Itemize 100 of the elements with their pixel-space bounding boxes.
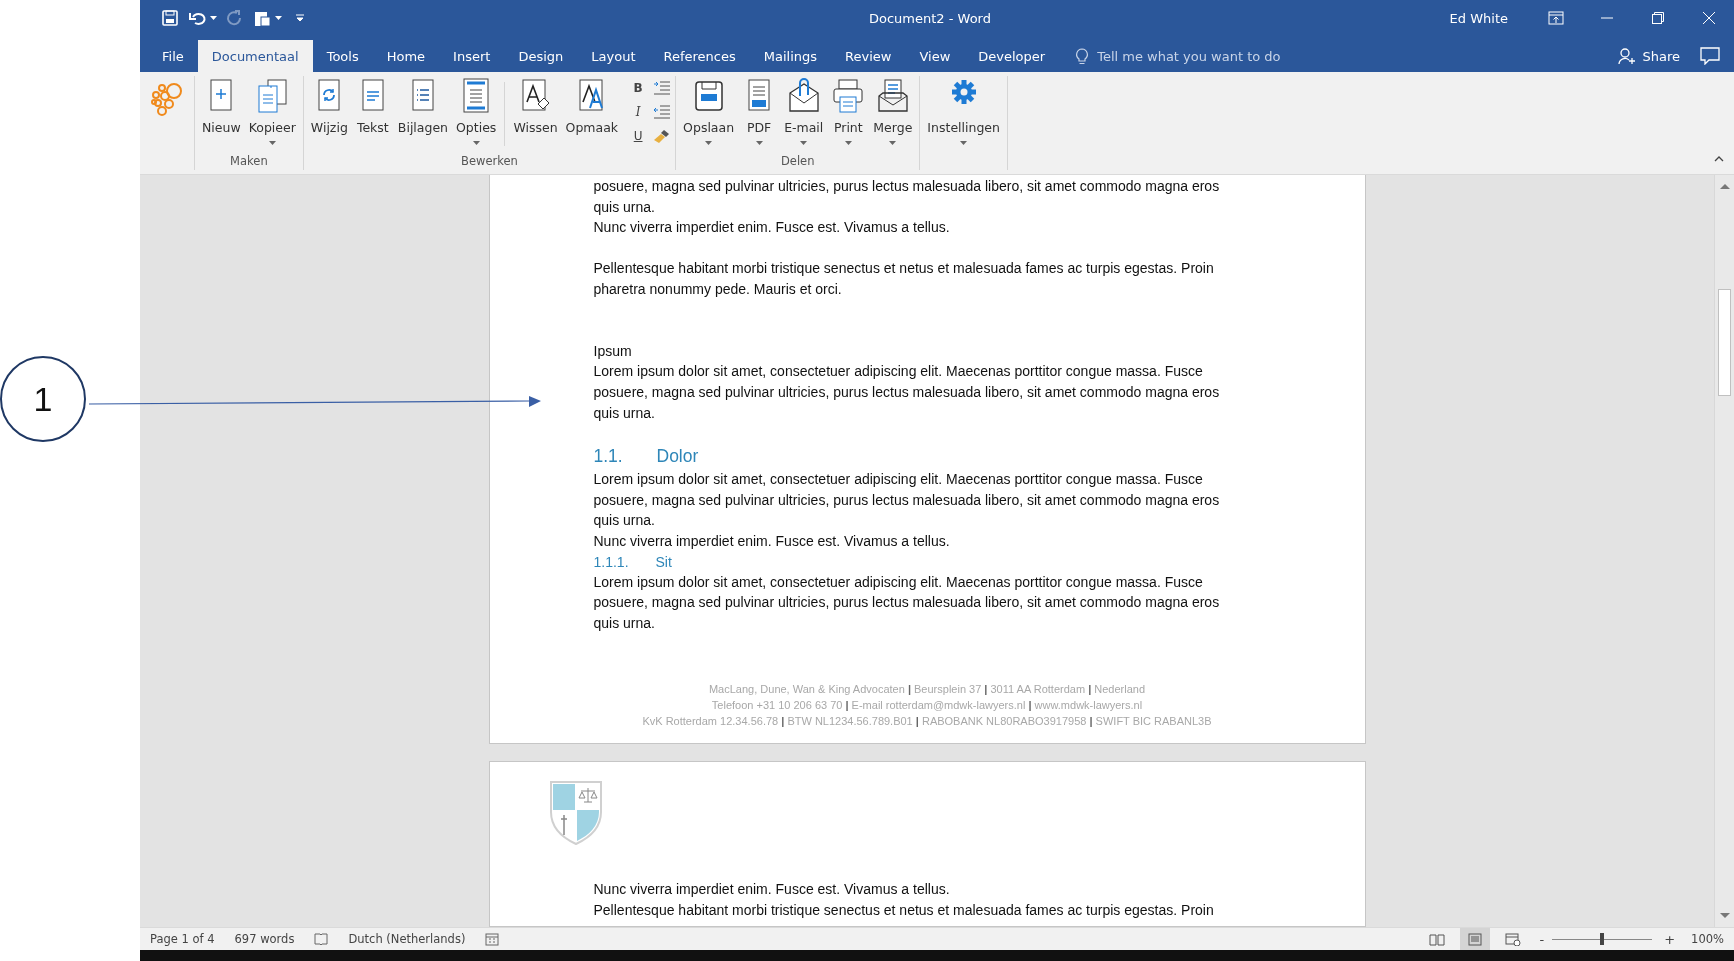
print-view-button[interactable] [1459, 928, 1490, 950]
save-button[interactable]: Opslaan [680, 78, 738, 145]
open-book-icon [1428, 932, 1445, 946]
indent-icon [653, 81, 672, 95]
heading-text: Dolor [656, 445, 699, 469]
caret-icon [960, 141, 968, 145]
macro-icon[interactable] [485, 932, 500, 946]
ribbon-tab[interactable]: Home [372, 40, 440, 72]
paragraph: Lorem ipsum dolor sit amet, consectetuer adipiscing elit. Maecenas porttitor congue massa. Fusce posuere, magna sed pulvinar ultricies, purus lectus malesuada libero, sit amet commodo magna eros quis urna. [593, 470, 1221, 531]
page-count[interactable]: Page 1 of 4 [150, 932, 215, 946]
caret-icon [275, 15, 282, 21]
paragraph: posuere, magna sed pulvinar ultricies, purus lectus malesuada libero, sit amet commodo magna eros quis urna. [593, 177, 1221, 217]
caret-icon [472, 141, 480, 145]
footer-text: Telefoon +31 10 206 63 70 | E-mail rotterdam@mdwk-lawyers.nl | www.mdwk-lawyers.nl [711, 699, 1143, 711]
ribbon-tab[interactable]: Documentaal [197, 40, 313, 72]
zoom-percent[interactable]: 100% [1691, 932, 1724, 946]
share-button[interactable]: Share [1618, 40, 1680, 72]
paragraph: Lorem ipsum dolor sit amet, consectetuer adipiscing elit. Maecenas porttitor congue massa. Fusce posuere, magna sed pulvinar ultricies, purus lectus malesuada libero, sit amet commodo magna eros quis urna. [593, 572, 1221, 633]
paragraph: Pellentesque habitant morbi tristique senectus et netus et malesuada fames ac turpis egestas. Proin [593, 900, 1215, 920]
zoom-out-button[interactable]: - [1539, 931, 1545, 947]
envelope-icon [875, 78, 910, 114]
callout-number: 1 [0, 356, 86, 442]
email-button[interactable]: E-mail [781, 78, 827, 145]
footer-text: KvK Rotterdam 12.34.56.78 | BTW NL1234.56.789.B01 | RABOBANK NL80RABO3917958 | SWIFT BIC RABANL3B [642, 715, 1212, 727]
ribbon-tab[interactable]: Design [504, 40, 578, 72]
ribbon-tab[interactable]: Insert [439, 40, 505, 72]
bold-button[interactable]: B [629, 78, 648, 98]
ribbon-tab[interactable]: Review [831, 40, 906, 72]
ribbon-display-icon [1547, 11, 1564, 25]
new-button[interactable]: Nieuw [199, 78, 244, 139]
italic-button[interactable]: I [629, 102, 648, 122]
caret-icon [800, 141, 808, 145]
attachments-button[interactable]: Bijlagen [394, 78, 452, 139]
restore-icon [1651, 12, 1664, 24]
settings-button[interactable]: Instellingen [924, 78, 1003, 145]
paragraph: Nunc viverra imperdiet enim. Fusce est. Vivamus a tellus. [593, 218, 951, 238]
speech-bubble-icon [1700, 47, 1720, 65]
ribbon-tab[interactable]: View [905, 40, 965, 72]
clear-button[interactable]: Wissen [510, 78, 561, 139]
modify-button[interactable]: Wijzig [307, 78, 351, 139]
group-label: Delen [780, 154, 816, 170]
print-button[interactable]: Print [828, 78, 869, 145]
paragraph: Nunc viverra imperdiet enim. Fusce est. Vivamus a tellus. [593, 531, 951, 551]
window-title: Document2 - Word [869, 10, 991, 26]
copy-button[interactable]: Kopieer [245, 78, 299, 145]
zoom-in-button[interactable]: + [1664, 931, 1676, 947]
paste-button[interactable] [253, 9, 282, 27]
bubbles-logo-icon [150, 82, 184, 118]
brush-icon [653, 129, 672, 143]
printer-icon [831, 78, 866, 114]
text-button[interactable]: Tekst [352, 78, 393, 139]
word-count[interactable]: 697 words [234, 932, 295, 946]
envelope-icon [786, 78, 821, 114]
person-add-icon [1618, 47, 1637, 65]
group-label: Bewerken [460, 154, 519, 170]
caret-icon [844, 141, 852, 145]
caret-icon [210, 15, 217, 21]
ribbon-tab[interactable]: Developer [964, 40, 1060, 72]
heading-number: 1.1. [593, 445, 624, 469]
caret-icon [705, 141, 713, 145]
paragraph: Ipsum [593, 341, 633, 361]
chevron-up-icon [1714, 156, 1724, 162]
heading-number: 1.1.1. [593, 552, 630, 572]
options-button[interactable]: Opties [453, 78, 500, 145]
close-icon [1702, 12, 1715, 24]
scroll-down-icon[interactable] [1719, 913, 1730, 919]
indent-button[interactable] [653, 78, 672, 98]
user-name[interactable]: Ed White [1449, 10, 1508, 26]
outdent-icon [653, 105, 672, 119]
shield-logo-icon [547, 779, 604, 845]
paragraph: Nunc viverra imperdiet enim. Fusce est. Vivamus a tellus. [593, 880, 951, 899]
paragraph: Lorem ipsum dolor sit amet, consectetuer adipiscing elit. Maecenas porttitor congue massa. Fusce posuere, magna sed pulvinar ultricies, purus lectus malesuada libero, sit amet commodo magna eros quis urna. [593, 362, 1221, 423]
web-page-icon [1504, 932, 1521, 946]
scrollbar-thumb[interactable] [1718, 289, 1731, 396]
merge-button[interactable]: Merge [870, 78, 916, 145]
caret-icon [889, 141, 897, 145]
ribbon-tab[interactable]: References [649, 40, 750, 72]
ribbon-tab[interactable]: Layout [577, 40, 650, 72]
vertical-scrollbar[interactable] [1714, 175, 1734, 927]
footer-text: MacLang, Dune, Wan & King Advocaten | Beursplein 37 | 3011 AA Rotterdam | Nederland [708, 683, 1146, 695]
page-icon [1466, 932, 1483, 946]
paragraph: Pellentesque habitant morbi tristique senectus et netus et malesuada fames ac turpis egestas. Proin pharetra nonummy pede. Mauris et orci. [593, 259, 1215, 299]
proofing-icon[interactable] [314, 932, 329, 946]
underline-button[interactable]: U [629, 126, 648, 146]
caret-icon [268, 141, 276, 145]
clipboard-icon [253, 9, 273, 27]
ribbon-tab[interactable]: Mailings [749, 40, 832, 72]
save-button[interactable] [160, 9, 180, 27]
caret-icon [755, 141, 763, 145]
pdf-button[interactable]: PDF [739, 78, 780, 145]
tell-me-field[interactable]: Tell me what you want to do [1095, 47, 1330, 65]
lightbulb-icon [1075, 47, 1090, 65]
ribbon-tab[interactable]: Tools [312, 40, 373, 72]
scroll-up-icon[interactable] [1719, 183, 1730, 189]
ribbon-tab[interactable]: File [148, 40, 198, 72]
language-indicator[interactable]: Dutch (Netherlands) [348, 932, 466, 946]
heading-text: Sit [655, 552, 672, 572]
format-button[interactable]: Opmaak [562, 78, 622, 139]
document-icon [255, 78, 290, 114]
group-label: Maken [229, 154, 269, 170]
